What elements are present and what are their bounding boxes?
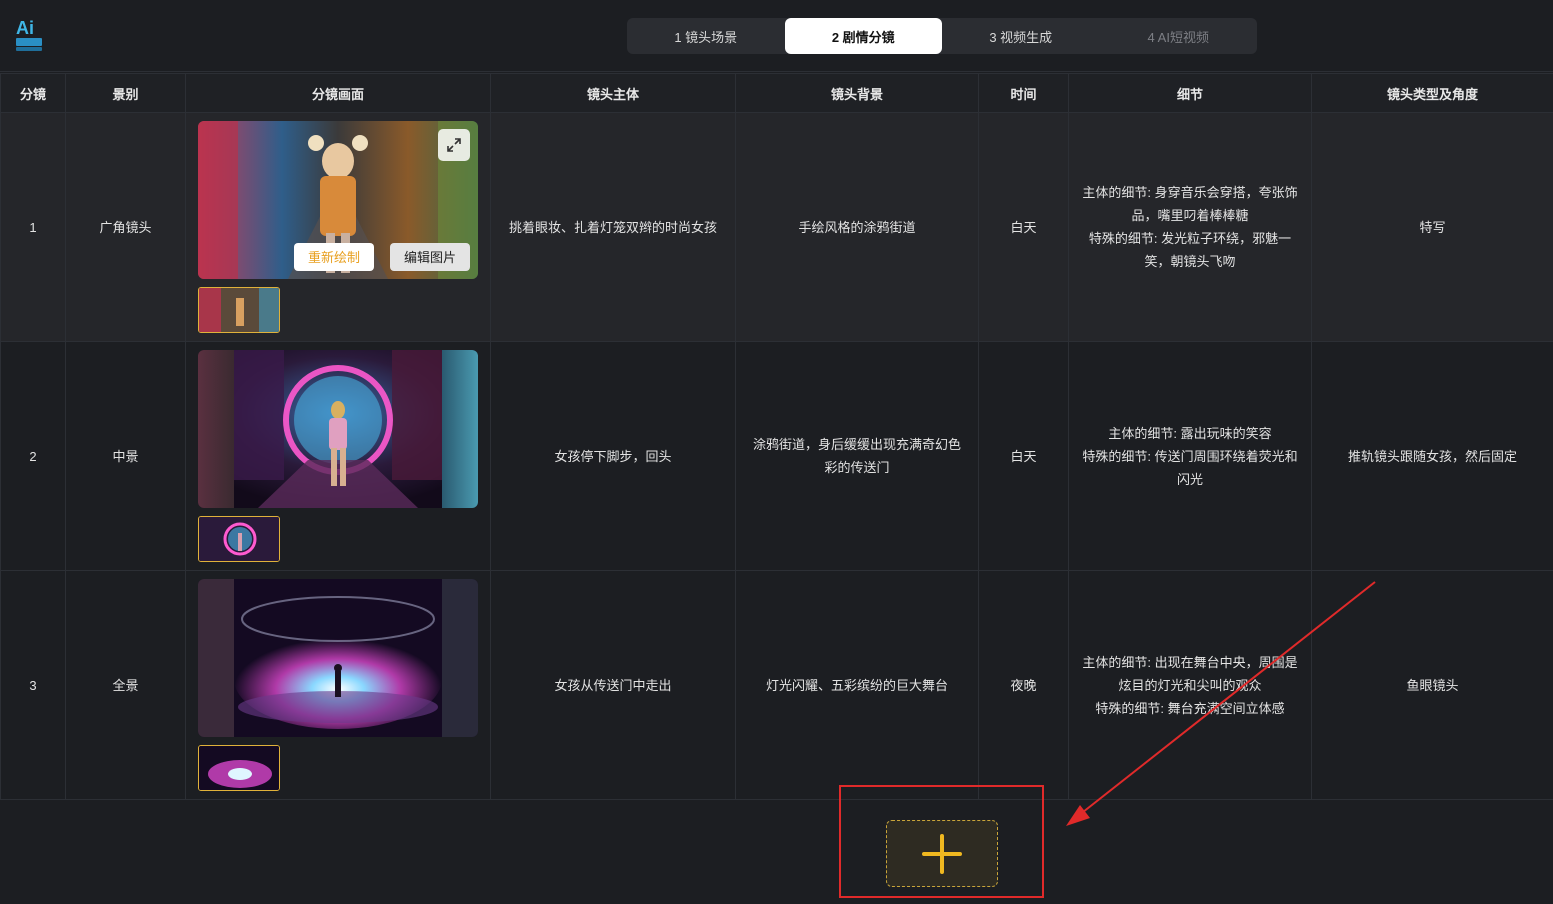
storyboard-table: 分镜 景别 分镜画面 镜头主体 镜头背景 时间 细节 镜头类型及角度 1 广角镜… (0, 73, 1553, 800)
shot-number: 1 (0, 112, 66, 342)
svg-text:Ai: Ai (16, 18, 34, 38)
step-tab-1[interactable]: 1 镜头场景 (627, 18, 785, 54)
shot-subject[interactable]: 女孩停下脚步，回头 (490, 341, 736, 571)
shot-background[interactable]: 涂鸦街道，身后缓缓出现充满奇幻色彩的传送门 (735, 341, 979, 571)
shot-camera[interactable]: 特写 (1311, 112, 1553, 342)
plus-icon (922, 833, 962, 874)
table-header-row: 分镜 景别 分镜画面 镜头主体 镜头背景 时间 细节 镜头类型及角度 (0, 73, 1553, 113)
shot-time[interactable]: 白天 (978, 112, 1069, 342)
shot-number: 3 (0, 570, 66, 800)
detail-subject: 主体的细节: 出现在舞台中央，周围是炫目的灯光和尖叫的观众 (1082, 654, 1298, 693)
shot-image-cell (185, 341, 491, 571)
header-time: 时间 (978, 73, 1069, 113)
detail-subject: 主体的细节: 身穿音乐会穿搭，夸张饰品，嘴里叼着棒棒糖 (1082, 185, 1298, 223)
step-tab-4[interactable]: 4 AI短视频 (1100, 18, 1258, 54)
shot-number: 2 (0, 341, 66, 571)
shot-size[interactable]: 全景 (65, 570, 186, 800)
expand-button[interactable] (438, 129, 470, 161)
header-shot-number: 分镜 (0, 73, 66, 113)
app-logo: Ai (16, 18, 42, 51)
shot-camera[interactable]: 推轨镜头跟随女孩，然后固定 (1311, 341, 1553, 571)
shot-image-cell: 重新绘制 编辑图片 (185, 112, 491, 342)
top-bar: Ai 1 镜头场景 2 剧情分镜 3 视频生成 4 AI短视频 (0, 0, 1553, 72)
shot-details[interactable]: 主体的细节: 出现在舞台中央，周围是炫目的灯光和尖叫的观众 特殊的细节: 舞台充… (1068, 570, 1312, 800)
shot-background[interactable]: 手绘风格的涂鸦街道 (735, 112, 979, 342)
detail-subject: 主体的细节: 露出玩味的笑容 (1108, 425, 1272, 441)
shot-image[interactable] (198, 350, 478, 508)
shot-thumbnail[interactable] (198, 516, 280, 562)
header-background: 镜头背景 (735, 73, 979, 113)
table-row: 2 中景 女孩停下脚步，回头 涂鸦街道，身后缓缓出现充满奇幻色彩的传送门 白天 … (0, 341, 1553, 571)
step-tab-3[interactable]: 3 视频生成 (942, 18, 1100, 54)
shot-image[interactable]: 重新绘制 编辑图片 (198, 121, 478, 279)
shot-size[interactable]: 广角镜头 (65, 112, 186, 342)
edit-image-button[interactable]: 编辑图片 (390, 243, 470, 271)
shot-subject[interactable]: 挑着眼妆、扎着灯笼双辫的时尚女孩 (490, 112, 736, 342)
shot-image[interactable] (198, 579, 478, 737)
header-shot-image: 分镜画面 (185, 73, 491, 113)
add-shot-button[interactable] (886, 820, 998, 887)
header-details: 细节 (1068, 73, 1312, 113)
shot-time[interactable]: 夜晚 (978, 570, 1069, 800)
detail-special: 特殊的细节: 传送门周围环绕着荧光和闪光 (1082, 448, 1298, 487)
shot-camera[interactable]: 鱼眼镜头 (1311, 570, 1553, 800)
shot-background[interactable]: 灯光闪耀、五彩缤纷的巨大舞台 (735, 570, 979, 800)
redraw-button[interactable]: 重新绘制 (294, 243, 374, 271)
shot-subject[interactable]: 女孩从传送门中走出 (490, 570, 736, 800)
detail-special: 特殊的细节: 舞台充满空间立体感 (1095, 700, 1285, 716)
shot-thumbnail[interactable] (198, 745, 280, 791)
shot-details[interactable]: 主体的细节: 露出玩味的笑容 特殊的细节: 传送门周围环绕着荧光和闪光 (1068, 341, 1312, 571)
step-tabs: 1 镜头场景 2 剧情分镜 3 视频生成 4 AI短视频 (627, 18, 1257, 54)
detail-special: 特殊的细节: 发光粒子环绕，邪魅一笑，朝镜头飞吻 (1088, 231, 1292, 269)
table-row: 3 全景 女孩从传送门中走出 灯光闪耀、五彩缤纷的巨大舞台 夜晚 主体的细节: … (0, 570, 1553, 800)
header-camera: 镜头类型及角度 (1311, 73, 1553, 113)
shot-thumbnail[interactable] (198, 287, 280, 333)
table-row: 1 广角镜头 重新绘制 编辑图片 挑着眼妆、扎着灯笼双辫的时尚女孩 手绘风格的涂… (0, 112, 1553, 342)
shot-details[interactable]: 主体的细节: 身穿音乐会穿搭，夸张饰品，嘴里叼着棒棒糖 特殊的细节: 发光粒子环… (1068, 112, 1312, 342)
shot-size[interactable]: 中景 (65, 341, 186, 571)
shot-image-cell (185, 570, 491, 800)
shot-time[interactable]: 白天 (978, 341, 1069, 571)
step-tab-2[interactable]: 2 剧情分镜 (784, 18, 942, 54)
expand-icon (447, 138, 461, 152)
header-shot-size: 景别 (65, 73, 186, 113)
header-subject: 镜头主体 (490, 73, 736, 113)
